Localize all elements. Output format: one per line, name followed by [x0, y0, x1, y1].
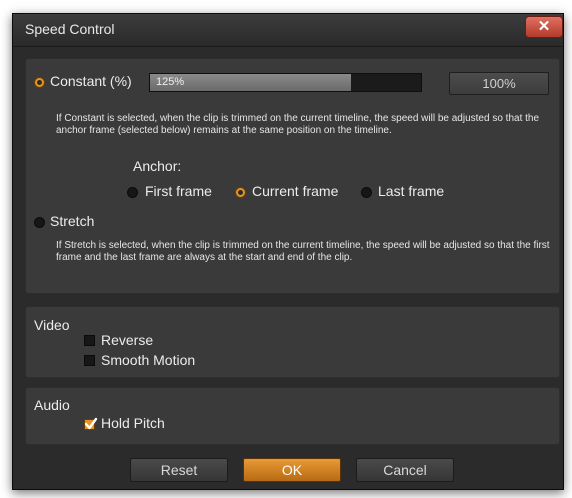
close-icon: ✕: [537, 18, 551, 35]
reverse-label[interactable]: Reverse: [101, 332, 153, 348]
speed-panel: Constant (%) 125% 100% If Constant is se…: [25, 58, 560, 294]
anchor-current-frame-label[interactable]: Current frame: [252, 183, 338, 199]
constant-description: If Constant is selected, when the clip i…: [56, 113, 540, 136]
reset-button[interactable]: Reset: [130, 458, 228, 482]
reset-speed-100-label: 100%: [482, 76, 516, 91]
anchor-first-frame-label[interactable]: First frame: [145, 183, 212, 199]
anchor-first-frame-radio[interactable]: [127, 187, 138, 198]
stretch-radio[interactable]: [34, 217, 45, 228]
hold-pitch-label[interactable]: Hold Pitch: [101, 415, 165, 431]
anchor-last-frame-label[interactable]: Last frame: [378, 183, 444, 199]
constant-radio[interactable]: [34, 77, 45, 88]
cancel-button[interactable]: Cancel: [356, 458, 454, 482]
smooth-motion-checkbox[interactable]: [84, 355, 95, 366]
speed-control-dialog: Speed Control ✕ Constant (%) 125% 100% I…: [12, 13, 564, 490]
speed-progress-bar[interactable]: 125%: [149, 73, 422, 92]
close-button[interactable]: ✕: [525, 16, 563, 38]
smooth-motion-label[interactable]: Smooth Motion: [101, 352, 195, 368]
speed-value: 125%: [156, 76, 185, 88]
ok-button-label: OK: [281, 462, 303, 478]
title-bar[interactable]: Speed Control ✕: [13, 14, 563, 47]
audio-panel: Audio Hold Pitch: [25, 387, 560, 445]
reset-speed-100-button[interactable]: 100%: [449, 72, 549, 95]
anchor-current-frame-radio[interactable]: [235, 187, 246, 198]
stretch-description: If Stretch is selected, when the clip is…: [56, 240, 550, 263]
reset-button-label: Reset: [160, 462, 198, 478]
anchor-label: Anchor:: [133, 158, 182, 174]
reverse-checkbox[interactable]: [84, 335, 95, 346]
constant-label[interactable]: Constant (%): [50, 73, 132, 89]
video-panel: Video Reverse Smooth Motion: [25, 306, 560, 378]
checkmark-icon: [84, 417, 98, 430]
cancel-button-label: Cancel: [383, 462, 427, 478]
audio-heading: Audio: [34, 397, 70, 413]
ok-button[interactable]: OK: [243, 458, 341, 482]
hold-pitch-checkbox[interactable]: [84, 417, 98, 430]
dialog-title: Speed Control: [25, 21, 115, 37]
anchor-last-frame-radio[interactable]: [361, 187, 372, 198]
video-heading: Video: [34, 317, 70, 333]
stretch-label[interactable]: Stretch: [50, 213, 94, 229]
